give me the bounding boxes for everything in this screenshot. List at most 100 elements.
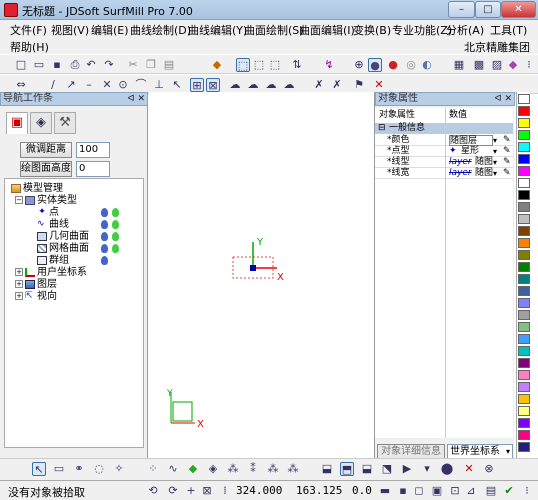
close-x-icon[interactable]: ✕	[372, 78, 386, 92]
endpoint-icon[interactable]: ↗	[64, 78, 78, 92]
menu-help[interactable]: 帮助(H)	[10, 39, 49, 55]
lock-bulb-icon[interactable]	[112, 244, 119, 253]
layer-toggle-icon[interactable]: ⬓	[360, 462, 374, 476]
view-front-icon[interactable]: ⬚	[252, 58, 266, 72]
clear-icon[interactable]: ⊗	[482, 462, 496, 476]
pick-icon[interactable]: ⚑	[352, 78, 366, 92]
settings-icon[interactable]: ⁝	[520, 484, 534, 498]
color-swatch[interactable]	[518, 238, 530, 248]
render-icon[interactable]: ⬔	[380, 462, 394, 476]
sphere-gray-icon[interactable]: ◎	[404, 58, 418, 72]
prop-row-point-type[interactable]: *点型 ✦ 星形 ▾ ✎	[375, 146, 513, 157]
menu-edit[interactable]: 编辑(E)	[91, 22, 129, 38]
tab-layers[interactable]: ◈	[30, 112, 52, 134]
viewport-canvas[interactable]: Y X Y X	[149, 92, 374, 458]
menu-curve-edit[interactable]: 曲线编辑(Y)	[188, 22, 247, 38]
delete-icon[interactable]: ✕	[462, 462, 476, 476]
color-swatch[interactable]	[518, 250, 530, 260]
filter-mesh-icon[interactable]: ⁂	[226, 462, 240, 476]
filter-all-icon[interactable]: ⁂	[286, 462, 300, 476]
drawing-plane-height-button[interactable]: 绘图面高度	[20, 161, 72, 177]
cross-icon[interactable]: ✕	[100, 78, 114, 92]
color-swatch[interactable]	[518, 322, 530, 332]
curve-icon[interactable]: ☁	[228, 78, 242, 92]
print-icon[interactable]: ⎙	[68, 58, 82, 72]
dropdown-icon[interactable]: ▾	[493, 135, 497, 146]
open-icon[interactable]: ▭	[32, 58, 46, 72]
tree-node-group[interactable]: 群组	[37, 255, 69, 266]
color-swatch[interactable]	[518, 346, 530, 356]
prop-row-color[interactable]: *颜色 随图层 ▾ ✎	[375, 135, 513, 146]
tree-node-mesh-surface[interactable]: 网格曲面	[37, 243, 89, 254]
sphere-wire-icon[interactable]: ⊕	[352, 58, 366, 72]
menu-file[interactable]: 文件(F)	[10, 22, 47, 38]
drawing-viewport[interactable]: Y X Y X	[149, 92, 374, 458]
menu-curve-draw[interactable]: 曲线绘制(D)	[130, 22, 191, 38]
star-select-icon[interactable]: ✧	[112, 462, 126, 476]
menu-surface-edit[interactable]: 曲面编辑(I)	[299, 22, 355, 38]
menu-surface-draw[interactable]: 曲面绘制(S)	[244, 22, 304, 38]
color-swatch[interactable]	[518, 406, 530, 416]
prop-row-line-width[interactable]: *线宽 layer 随图 ▾ ✎	[375, 168, 513, 179]
color-swatch[interactable]	[518, 262, 530, 272]
color-swatch[interactable]	[518, 226, 530, 236]
grid-snap-icon[interactable]: ⊠	[206, 78, 220, 92]
more-icon[interactable]: ⁝	[522, 58, 536, 72]
collapse-icon[interactable]: ⊟	[378, 123, 386, 134]
rect-select-icon[interactable]: ▭	[52, 462, 66, 476]
color-swatch[interactable]	[518, 442, 530, 452]
chain-select-icon[interactable]: ⚭	[72, 462, 86, 476]
close-button[interactable]: ✕	[501, 1, 536, 18]
tree-node-layer[interactable]: + 图层	[15, 279, 57, 290]
color-swatch[interactable]	[518, 154, 530, 164]
color-swatch[interactable]	[518, 142, 530, 152]
view-iso-icon[interactable]: ⬚	[236, 58, 250, 72]
grid-snap-icon[interactable]: ⊠	[200, 484, 214, 498]
tree-node-solid-type[interactable]: − 实体类型	[15, 195, 77, 206]
fine-tune-distance-button[interactable]: 微调距离	[20, 142, 72, 158]
color-swatch[interactable]	[518, 118, 530, 128]
menu-analysis[interactable]: 分析(A)	[446, 22, 484, 38]
measure-icon[interactable]: ▪	[396, 484, 410, 498]
color-swatch[interactable]	[518, 310, 530, 320]
color-swatch[interactable]	[518, 106, 530, 116]
extend-icon[interactable]: ✗	[312, 78, 326, 92]
midpoint-icon[interactable]: –	[82, 78, 96, 92]
lasso-select-icon[interactable]: ◌	[92, 462, 106, 476]
color-swatch[interactable]	[518, 190, 530, 200]
menu-view[interactable]: 视图(V)	[51, 22, 89, 38]
perp-icon[interactable]: ⊥	[152, 78, 166, 92]
prop-row-line-type[interactable]: *线型 layer 随图 ▾ ✎	[375, 157, 513, 168]
dropdown-icon[interactable]: ▾	[420, 462, 434, 476]
point-icon[interactable]: ↖	[170, 78, 184, 92]
pick-icon[interactable]: ✎	[503, 146, 511, 157]
panel-pin-close-icon[interactable]: ᐊ ✕	[128, 93, 145, 105]
paste-icon[interactable]: ▤	[162, 58, 176, 72]
panel-pin-close-icon[interactable]: ᐊ ✕	[495, 93, 512, 105]
pick-color-icon[interactable]: ✎	[503, 135, 511, 146]
select-arrow-icon[interactable]: ↖	[32, 462, 46, 476]
filter-surface-icon[interactable]: ◆	[186, 462, 200, 476]
sphere-blue-icon[interactable]: ◐	[420, 58, 434, 72]
tree-node-curve[interactable]: ∿ 曲线	[37, 219, 69, 230]
minimize-button[interactable]: –	[448, 1, 475, 18]
tree-node-ucs[interactable]: + 用户坐标系	[15, 267, 87, 278]
measure-icon[interactable]: ✗	[330, 78, 344, 92]
tree-node-point[interactable]: ✦ 点	[37, 207, 59, 218]
pick-icon[interactable]: ✎	[503, 168, 511, 179]
visibility-bulb-icon[interactable]	[101, 244, 108, 253]
tree-node-view[interactable]: + ⇱ 视向	[15, 291, 57, 302]
filter-solid-icon[interactable]: ◈	[206, 462, 220, 476]
ortho-icon[interactable]: ⁞	[218, 484, 232, 498]
dropdown-icon[interactable]: ▾	[493, 146, 497, 157]
color-swatch[interactable]	[518, 298, 530, 308]
ok-icon[interactable]: ✔	[502, 484, 516, 498]
view-right-icon[interactable]: ⇅	[290, 58, 304, 72]
color-swatch[interactable]	[518, 430, 530, 440]
filter-curve-icon[interactable]: ∿	[166, 462, 180, 476]
visibility-bulb-icon[interactable]	[101, 220, 108, 229]
shade-icon[interactable]: ↯	[322, 58, 336, 72]
color-value-field[interactable]: 随图层	[449, 135, 493, 146]
color-swatch[interactable]	[518, 286, 530, 296]
view-icon[interactable]: ⊡	[448, 484, 462, 498]
